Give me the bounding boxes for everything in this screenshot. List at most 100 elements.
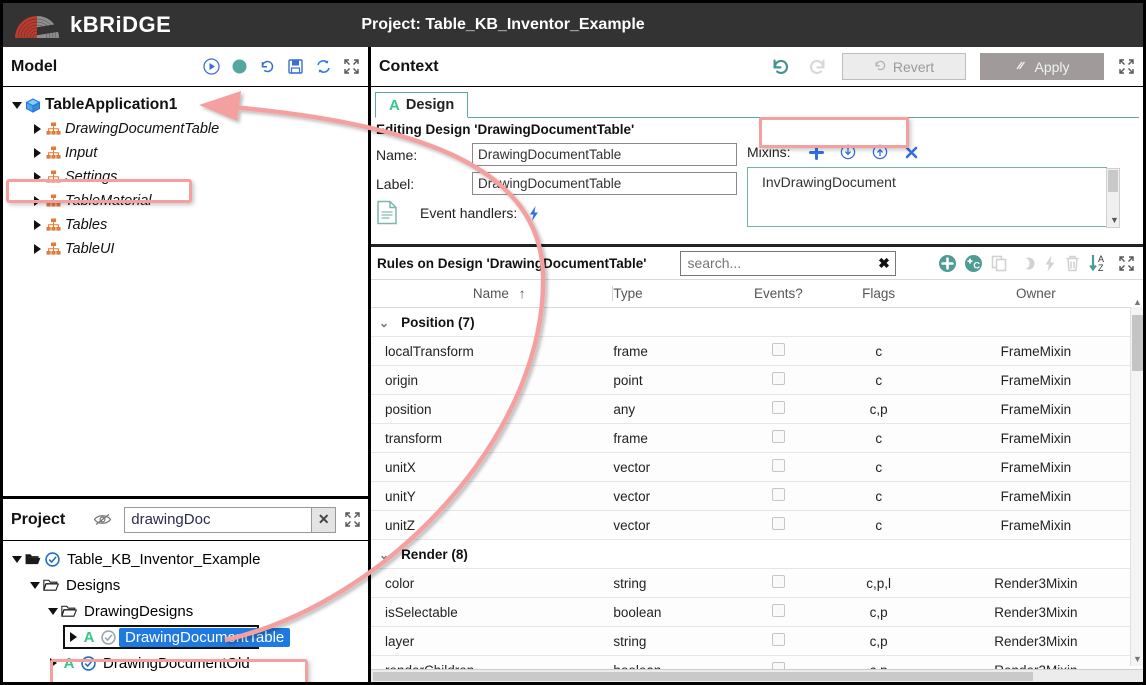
rules-vertical-scrollbar[interactable]: ▲ ▼	[1130, 297, 1143, 666]
rules-search-clear-button[interactable]: ✖	[872, 250, 897, 276]
remove-mixin-icon[interactable]	[904, 145, 919, 160]
label-input[interactable]	[472, 172, 737, 195]
model-tree-item[interactable]: TableApplication1	[3, 93, 368, 117]
move-up-mixin-icon[interactable]	[872, 144, 888, 160]
chevron-down-icon[interactable]: ⌄	[379, 548, 389, 562]
apply-button[interactable]: Apply	[980, 53, 1104, 80]
mixins-list[interactable]: InvDrawingDocument ▼	[747, 167, 1120, 228]
expand-icon[interactable]	[344, 511, 361, 528]
model-tree-item[interactable]: TableMaterial	[3, 189, 368, 213]
status-dot-icon[interactable]	[231, 58, 248, 75]
table-row[interactable]: position any c,p FrameMixin	[371, 394, 1143, 424]
tree-toggle[interactable]	[29, 148, 45, 158]
tree-toggle[interactable]	[29, 124, 45, 134]
toggle-rule-icon[interactable]	[1016, 254, 1036, 273]
project-tree[interactable]: Table_KB_Inventor_Example Designs DrawingD…	[3, 541, 368, 682]
events-checkbox[interactable]	[771, 430, 785, 443]
document-icon[interactable]	[376, 197, 420, 230]
project-search-clear-button[interactable]: ✕	[312, 506, 337, 533]
history-icon[interactable]	[259, 58, 276, 75]
tree-toggle[interactable]	[65, 632, 81, 642]
undo-icon[interactable]	[770, 56, 792, 78]
column-header-name[interactable]: Name ↑	[371, 279, 614, 308]
table-row[interactable]: localTransform frame c FrameMixin	[371, 336, 1143, 366]
model-tree[interactable]: TableApplication1 DrawingDocumentTable Inp…	[3, 87, 368, 499]
model-tree-item[interactable]: Settings	[3, 165, 368, 189]
tree-toggle[interactable]	[45, 607, 61, 615]
copy-rule-icon[interactable]	[990, 254, 1009, 273]
column-header-flags[interactable]: Flags	[828, 279, 929, 308]
table-row[interactable]: color string c,p,l Render3Mixin	[371, 568, 1143, 598]
model-tree-item[interactable]: Input	[3, 141, 368, 165]
project-tree-item[interactable]: DrawingDesigns	[3, 598, 368, 624]
project-tree-item[interactable]: A DrawingDocumentOld	[3, 650, 368, 676]
tree-toggle[interactable]	[9, 101, 25, 109]
save-icon[interactable]	[287, 58, 304, 75]
events-checkbox[interactable]	[771, 488, 785, 501]
event-rule-icon[interactable]	[1043, 254, 1057, 273]
events-checkbox[interactable]	[771, 401, 785, 414]
move-down-mixin-icon[interactable]	[840, 144, 856, 160]
chevron-down-icon[interactable]: ⌄	[379, 316, 389, 330]
tree-toggle[interactable]	[9, 555, 25, 563]
tree-toggle[interactable]	[29, 244, 45, 254]
model-tree-item[interactable]: Tables	[3, 213, 368, 237]
table-row[interactable]: unitY vector c FrameMixin	[371, 481, 1143, 511]
mixin-item[interactable]: InvDrawingDocument	[762, 174, 1106, 190]
rules-scroll-thumb[interactable]	[1132, 315, 1143, 371]
rules-search-input[interactable]	[680, 250, 873, 276]
tree-toggle[interactable]	[29, 172, 45, 182]
rules-group-row[interactable]: ⌄ Render (8)	[371, 539, 1143, 569]
events-checkbox[interactable]	[771, 459, 785, 472]
tab-design[interactable]: A Design	[375, 92, 469, 118]
expand-icon[interactable]	[1118, 58, 1135, 75]
project-search-input[interactable]	[124, 506, 313, 533]
events-checkbox[interactable]	[771, 604, 785, 617]
chevron-down-icon[interactable]: ▼	[1110, 215, 1119, 225]
column-header-type[interactable]: Type	[613, 279, 729, 308]
table-row[interactable]: origin point c FrameMixin	[371, 365, 1143, 395]
events-checkbox[interactable]	[771, 633, 785, 646]
lightning-icon[interactable]	[527, 205, 541, 222]
rules-horizontal-scrollbar[interactable]	[371, 669, 1143, 682]
events-checkbox[interactable]	[771, 517, 785, 530]
model-tree-item[interactable]: DrawingDocumentTable	[3, 117, 368, 141]
mixins-scroll-thumb[interactable]	[1108, 170, 1118, 192]
add-rule-icon[interactable]	[938, 254, 957, 273]
tree-toggle[interactable]	[29, 196, 45, 206]
expand-rules-icon[interactable]	[1118, 255, 1135, 272]
add-computed-rule-icon[interactable]: C	[964, 254, 983, 273]
delete-rule-icon[interactable]	[1064, 254, 1081, 273]
redo-icon[interactable]	[806, 56, 828, 78]
model-tree-item[interactable]: TableUI	[3, 237, 368, 261]
tree-toggle[interactable]	[27, 581, 43, 589]
refresh-icon[interactable]	[315, 58, 332, 75]
scroll-down-icon[interactable]: ▼	[1133, 654, 1142, 664]
sort-az-icon[interactable]: AZ	[1088, 253, 1111, 273]
project-tree-item[interactable]: Designs	[3, 572, 368, 598]
project-tree-item[interactable]: A DrawingDocumentTable	[3, 624, 368, 650]
rules-group-row[interactable]: ⌄ Position (7)	[371, 307, 1143, 337]
table-row[interactable]: isSelectable boolean c,p Render3Mixin	[371, 597, 1143, 627]
add-mixin-icon[interactable]	[808, 144, 824, 160]
mixins-scrollbar[interactable]: ▼	[1106, 168, 1120, 228]
revert-button[interactable]: Revert	[842, 53, 966, 80]
name-input[interactable]	[472, 143, 737, 166]
table-row[interactable]: unitX vector c FrameMixin	[371, 452, 1143, 482]
table-row[interactable]: unitZ vector c FrameMixin	[371, 510, 1143, 540]
table-row[interactable]: transform frame c FrameMixin	[371, 423, 1143, 453]
scroll-up-icon[interactable]: ▲	[1133, 297, 1142, 307]
table-row[interactable]: layer string c,p Render3Mixin	[371, 626, 1143, 656]
events-checkbox[interactable]	[771, 372, 785, 385]
run-icon[interactable]	[203, 58, 220, 75]
project-tree-item[interactable]: Table_KB_Inventor_Example	[3, 546, 368, 572]
hide-eye-icon[interactable]	[93, 512, 112, 527]
events-checkbox[interactable]	[771, 575, 785, 588]
rules-hscroll-thumb[interactable]	[373, 672, 1033, 681]
tree-toggle[interactable]	[29, 220, 45, 230]
events-checkbox[interactable]	[771, 343, 785, 356]
expand-icon[interactable]	[343, 58, 360, 75]
column-header-owner[interactable]: Owner	[928, 279, 1143, 308]
column-header-events[interactable]: Events?	[728, 279, 829, 308]
tree-toggle[interactable]	[45, 658, 61, 668]
